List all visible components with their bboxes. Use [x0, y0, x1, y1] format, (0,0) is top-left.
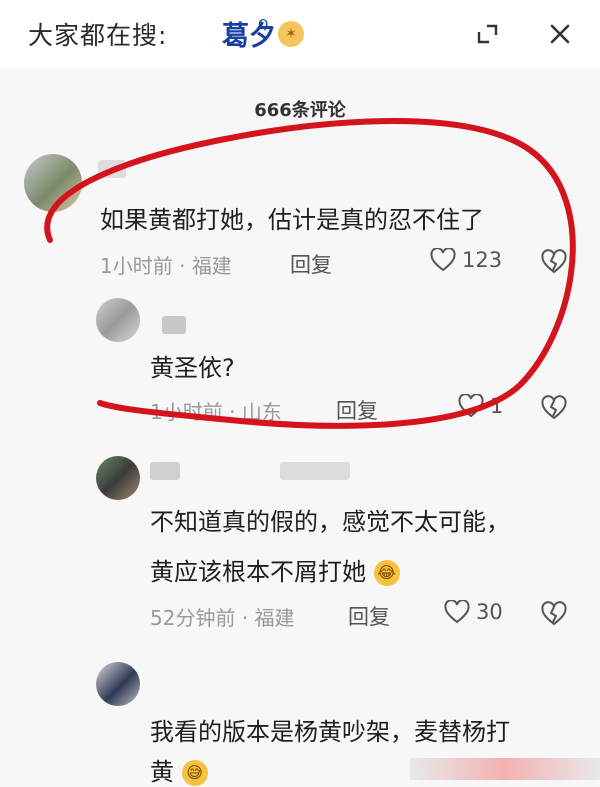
like-button[interactable]: 1	[458, 394, 503, 418]
broken-heart-icon[interactable]	[541, 601, 567, 627]
comment-text-content: 黄	[150, 758, 174, 786]
comment-time: 1小时前	[100, 254, 173, 278]
comment-text: 如果黄都打她，估计是真的忍不住了	[100, 206, 484, 234]
comment-location: 福建	[191, 254, 232, 278]
search-term-superscript: Q	[258, 18, 269, 33]
comment-location: 福建	[254, 606, 295, 630]
comment-location: 山东	[241, 400, 282, 424]
close-icon[interactable]	[546, 20, 574, 48]
like-button[interactable]: 123	[430, 248, 502, 272]
reply-button[interactable]: 回复	[290, 249, 332, 279]
top-bar: 大家都在搜: 葛夕 Q ✶	[0, 0, 600, 68]
like-count: 1	[490, 394, 504, 418]
minimize-icon[interactable]	[474, 20, 502, 48]
comment-text-content: 黄应该根本不屑打她	[150, 558, 366, 586]
laughing-tears-emoji: 😂	[373, 560, 400, 586]
meta-separator: ·	[179, 254, 186, 278]
comment-time: 52分钟前	[150, 606, 236, 630]
username-blurred	[280, 462, 350, 480]
sweat-smile-emoji: 😅	[181, 760, 208, 786]
avatar[interactable]	[96, 662, 140, 706]
username-blurred	[98, 160, 126, 178]
avatar[interactable]	[24, 154, 82, 212]
broken-heart-icon[interactable]	[541, 395, 567, 421]
comment-text-line: 黄 😅	[150, 752, 208, 787]
comment-meta: 1小时前 · 福建	[100, 250, 232, 279]
broken-heart-icon[interactable]	[541, 249, 567, 275]
comment-meta: 1小时前 · 山东	[150, 396, 282, 425]
meta-separator: ·	[229, 400, 236, 424]
comment-time: 1小时前	[150, 400, 223, 424]
heart-icon	[458, 394, 484, 418]
comment-meta: 52分钟前 · 福建	[150, 602, 295, 631]
comment-text-line: 不知道真的假的，感觉不太可能，	[150, 508, 510, 536]
reply-button[interactable]: 回复	[348, 601, 390, 631]
avatar[interactable]	[96, 456, 140, 500]
trending-search-label: 大家都在搜:	[28, 21, 168, 50]
like-button[interactable]: 30	[444, 600, 503, 624]
reply-button[interactable]: 回复	[336, 395, 378, 425]
username-blurred	[162, 316, 186, 334]
comment-text-line: 我看的版本是杨黄吵架，麦替杨打	[150, 718, 510, 746]
blurred-area	[410, 758, 600, 780]
username-blurred	[150, 462, 180, 480]
comment-text: 黄圣依?	[150, 354, 235, 382]
avatar[interactable]	[96, 298, 140, 342]
comment-count: 666条评论	[254, 100, 346, 121]
like-count: 123	[462, 248, 503, 272]
sparkle-emoji: ✶	[278, 21, 304, 47]
comment-text-line: 黄应该根本不屑打她 😂	[150, 552, 400, 587]
heart-icon	[430, 248, 456, 272]
meta-separator: ·	[241, 606, 249, 630]
heart-icon	[444, 600, 470, 624]
like-count: 30	[476, 600, 503, 624]
